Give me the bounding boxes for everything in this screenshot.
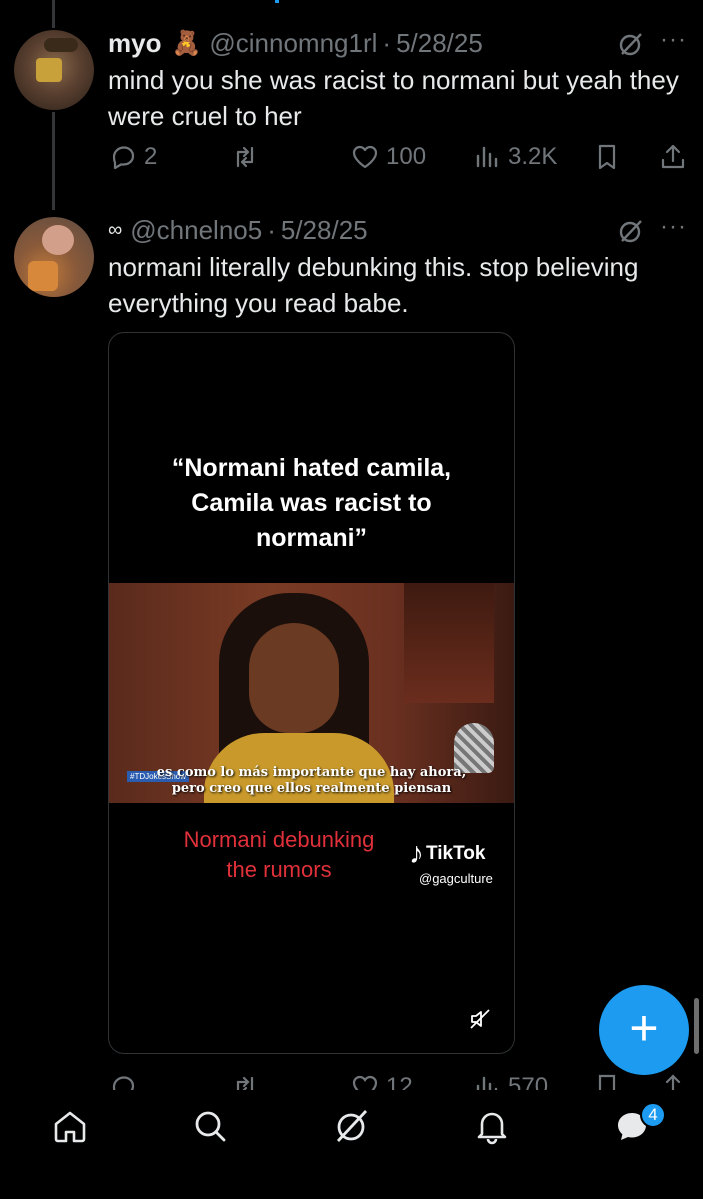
view-count: 570: [508, 1073, 549, 1090]
views-button[interactable]: 570: [472, 1072, 548, 1090]
separator: ·: [382, 28, 392, 58]
user-handle[interactable]: @cinnomng1rl: [209, 28, 377, 59]
tweet-date[interactable]: 5/28/25: [396, 28, 483, 59]
tweet-date[interactable]: 5/28/25: [281, 215, 368, 246]
reply-icon: [112, 1076, 135, 1090]
nav-search[interactable]: [190, 1106, 230, 1146]
bookmark-icon: [598, 1074, 616, 1090]
tiktok-handle: @gagculture: [419, 871, 493, 886]
bell-icon: [477, 1112, 507, 1145]
retweet-icon: [236, 146, 254, 168]
bookmark-button[interactable]: [592, 142, 622, 172]
more-options-icon[interactable]: ···: [660, 26, 687, 54]
teddy-bear-emoji: 🧸: [171, 30, 202, 57]
share-button[interactable]: [658, 142, 688, 172]
reply-button[interactable]: [108, 1072, 138, 1090]
video-player[interactable]: “Normani hated camila, Camila was racist…: [108, 332, 515, 1054]
infinity-icon: ∞: [108, 219, 123, 241]
compose-post-button[interactable]: +: [599, 985, 689, 1075]
mute-icon[interactable]: [468, 1007, 492, 1031]
retweet-button[interactable]: [230, 142, 266, 172]
tweet-actions: 12 570: [108, 1068, 688, 1090]
avatar[interactable]: [14, 217, 94, 297]
share-icon: [665, 1074, 681, 1090]
reply-button[interactable]: 2: [108, 142, 157, 172]
reply-count: 2: [144, 143, 158, 170]
tweet-header: ∞ @chnelno5 · 5/28/25: [108, 215, 368, 246]
like-count: 100: [386, 143, 427, 170]
video-subtitles: es como lo más importante que hay ahora,…: [109, 765, 514, 797]
display-name[interactable]: myo: [108, 28, 161, 59]
views-icon: [476, 1076, 498, 1090]
messages-badge: 4: [640, 1102, 666, 1128]
views-icon: [476, 146, 498, 168]
video-quote-text: “Normani hated camila, Camila was racist…: [171, 454, 452, 552]
tweet-text: normani literally debunking this. stop b…: [108, 252, 639, 318]
separator: ·: [267, 215, 276, 245]
heart-icon: [352, 145, 378, 169]
grok-icon[interactable]: [617, 30, 645, 58]
home-icon: [54, 1111, 86, 1143]
share-icon: [661, 144, 685, 169]
grok-icon[interactable]: [617, 217, 645, 245]
view-count: 3.2K: [508, 143, 558, 170]
nav-home[interactable]: [50, 1106, 90, 1146]
nav-notifications[interactable]: [472, 1106, 512, 1146]
heart-icon: [352, 1075, 378, 1090]
scrollbar[interactable]: [694, 998, 699, 1054]
plus-icon: +: [629, 1000, 659, 1056]
tweet-text: mind you she was racist to normani but y…: [108, 65, 679, 131]
bookmark-button[interactable]: [592, 1072, 622, 1090]
like-count: 12: [386, 1073, 413, 1090]
bottom-navigation: [0, 1090, 703, 1199]
scroll-indicator-dot: [275, 0, 279, 3]
tiktok-logo-icon: ♪: [409, 837, 424, 870]
video-caption: Normani debunking the rumors: [183, 827, 375, 882]
person-face: [249, 623, 339, 733]
user-handle[interactable]: @chnelno5: [130, 215, 262, 246]
retweet-button[interactable]: [230, 1072, 260, 1090]
grok-icon: [336, 1110, 368, 1142]
retweet-icon: [236, 1076, 254, 1090]
views-button[interactable]: 3.2K: [472, 142, 557, 172]
reply-icon: [112, 146, 135, 170]
tiktok-label: TikTok: [426, 843, 486, 864]
search-icon: [195, 1111, 226, 1142]
more-options-icon[interactable]: ···: [660, 213, 687, 241]
like-button[interactable]: 12: [350, 1072, 413, 1090]
bookmark-icon: [598, 144, 616, 170]
subtitle-line: es como lo más importante que hay ahora,: [156, 765, 467, 780]
tiktok-watermark: ♪ TikTok: [409, 837, 485, 871]
tweet[interactable]: myo 🧸 @cinnomng1rl · 5/28/25 ··· mind yo…: [0, 26, 703, 208]
avatar[interactable]: [14, 30, 94, 110]
like-button[interactable]: 100: [350, 142, 426, 172]
subtitle-line: pero creo que ellos realmente piensan: [171, 781, 452, 796]
thread-line: [52, 0, 55, 28]
tweet-header: myo 🧸 @cinnomng1rl · 5/28/25: [108, 28, 483, 59]
share-button[interactable]: [658, 1072, 688, 1090]
tweet-actions: 2 100 3.2K: [108, 142, 688, 178]
nav-grok[interactable]: [332, 1106, 372, 1146]
background-decor: [404, 583, 494, 703]
